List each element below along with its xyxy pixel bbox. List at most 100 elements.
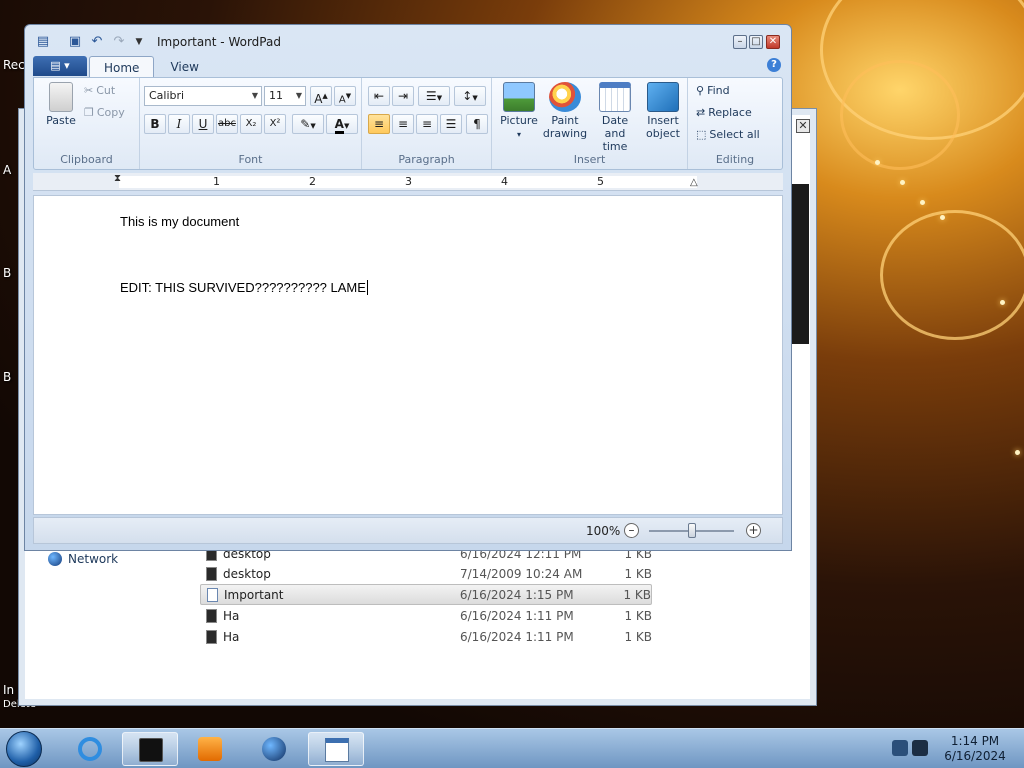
select-all-label: Select all <box>709 128 760 141</box>
zoom-out-button[interactable]: – <box>624 523 639 538</box>
italic-button[interactable]: I <box>168 114 190 134</box>
network-tray-icon[interactable] <box>892 740 908 756</box>
font-group: Calibri ▼ 11 ▼ A▲ A▼ B I U abc X₂ X² ✎▼ … <box>140 78 362 169</box>
editing-group: ⚲ Find ⇄ Replace ⬚ Select all Editing <box>688 78 782 169</box>
desktop-icon-label[interactable]: In <box>3 683 14 697</box>
desktop-icon-label[interactable]: B <box>3 266 11 280</box>
replace-button[interactable]: ⇄ Replace <box>696 106 752 119</box>
taskbar-media-player[interactable] <box>182 732 238 766</box>
copy-button[interactable]: ❐ Copy <box>84 106 125 119</box>
customize-qat-icon[interactable]: ▼ <box>131 34 147 50</box>
date-time-button[interactable]: Date and time <box>590 82 640 153</box>
right-indent-marker-icon[interactable]: △ <box>690 177 698 188</box>
file-size: 1 KB <box>624 629 652 644</box>
taskbar-wordpad[interactable] <box>308 732 364 766</box>
title-bar[interactable]: ▤ ▣ ↶ ↷ ▼ Important - WordPad – □ ✕ <box>25 25 791 55</box>
system-tray[interactable] <box>886 732 936 766</box>
insert-picture-button[interactable]: Picture ▾ <box>496 82 542 141</box>
minimize-button[interactable]: – <box>733 35 747 49</box>
ruler[interactable]: 1 2 3 4 5 ⧗ △ <box>33 173 783 191</box>
media-player-icon <box>198 737 222 761</box>
paint-palette-icon <box>549 82 581 112</box>
superscript-button[interactable]: X² <box>264 114 286 134</box>
font-size-select[interactable]: 11 ▼ <box>264 86 306 106</box>
wallpaper-sparkle <box>1015 450 1020 455</box>
clipboard-group: Paste ✂ Cut ❐ Copy Clipboard <box>34 78 140 169</box>
zoom-in-button[interactable]: + <box>746 523 761 538</box>
paste-button[interactable]: Paste <box>38 82 84 127</box>
increase-indent-button[interactable]: ⇥ <box>392 86 414 106</box>
justify-button[interactable]: ☰ <box>440 114 462 134</box>
desktop-icon-label[interactable]: Rec <box>3 58 25 72</box>
close-button[interactable]: ✕ <box>766 35 780 49</box>
undo-icon[interactable]: ↶ <box>89 34 105 50</box>
object-icon <box>647 82 679 112</box>
align-right-icon: ≡ <box>421 117 433 131</box>
taskbar-terminal[interactable] <box>122 732 178 766</box>
decrease-indent-button[interactable]: ⇤ <box>368 86 390 106</box>
insert-object-button[interactable]: Insert object <box>640 82 686 140</box>
bold-button[interactable]: B <box>144 114 166 134</box>
font-group-label: Font <box>238 153 263 166</box>
redo-icon[interactable]: ↷ <box>111 34 127 50</box>
taskbar-internet-explorer[interactable] <box>62 732 118 766</box>
help-icon[interactable]: ? <box>767 58 781 72</box>
wordpad-app-icon[interactable]: ▤ <box>35 34 51 50</box>
find-button[interactable]: ⚲ Find <box>696 84 730 97</box>
indent-marker-icon[interactable]: ⧗ <box>114 173 121 184</box>
explorer-scrollbar[interactable] <box>792 184 809 344</box>
file-date: 6/16/2024 1:11 PM <box>460 629 574 644</box>
text-color-button[interactable]: A▼ <box>326 114 358 134</box>
highlight-color-button[interactable]: ✎▼ <box>292 114 324 134</box>
line-spacing-button[interactable]: ↕▼ <box>454 86 486 106</box>
align-center-button[interactable]: ≡ <box>392 114 414 134</box>
font-family-select[interactable]: Calibri ▼ <box>144 86 262 106</box>
subscript-button[interactable]: X₂ <box>240 114 262 134</box>
desktop-icon-label[interactable]: B <box>3 370 11 384</box>
paragraph-icon: ¶ <box>473 117 481 131</box>
underline-button[interactable]: U <box>192 114 214 134</box>
wallpaper-sparkle <box>875 160 880 165</box>
align-right-button[interactable]: ≡ <box>416 114 438 134</box>
grow-font-button[interactable]: A▲ <box>310 86 332 106</box>
clock[interactable]: 1:14 PM 6/16/2024 <box>940 734 1010 764</box>
strikethrough-button[interactable]: abc <box>216 114 238 134</box>
align-left-button[interactable]: ≡ <box>368 114 390 134</box>
paragraph-settings-button[interactable]: ¶ <box>466 114 488 134</box>
nav-network[interactable]: Network <box>48 552 118 566</box>
bullets-button[interactable]: ☰▼ <box>418 86 450 106</box>
document-line: EDIT: THIS SURVIVED?????????? LAME <box>120 280 366 295</box>
document-area[interactable]: This is my document EDIT: THIS SURVIVED?… <box>33 195 783 515</box>
font-size-value: 11 <box>269 89 283 102</box>
explorer-close-button[interactable]: ✕ <box>796 119 810 133</box>
file-row[interactable]: Ha 6/16/2024 1:11 PM 1 KB <box>200 605 652 626</box>
paint-label-2: drawing <box>542 127 588 140</box>
file-size: 1 KB <box>624 608 652 623</box>
clock-time: 1:14 PM <box>950 734 1000 748</box>
wallpaper-swirl <box>840 60 960 170</box>
datetime-label-2: time <box>602 140 628 153</box>
taskbar-network-globe[interactable] <box>246 732 302 766</box>
paint-drawing-button[interactable]: Paint drawing <box>542 82 588 140</box>
find-label: Find <box>707 84 730 97</box>
terminal-icon <box>139 738 163 762</box>
tab-view[interactable]: View <box>156 56 212 78</box>
start-button[interactable] <box>6 731 42 767</box>
tab-home[interactable]: Home <box>89 56 155 78</box>
cut-button[interactable]: ✂ Cut <box>84 84 115 97</box>
file-row[interactable]: Ha 6/16/2024 1:11 PM 1 KB <box>200 626 652 647</box>
file-row-selected[interactable]: Important 6/16/2024 1:15 PM 1 KB <box>200 584 652 605</box>
zoom-slider-thumb[interactable] <box>687 523 696 538</box>
desktop-icon-label[interactable]: A <box>3 163 11 177</box>
clipboard-group-label: Clipboard <box>60 153 113 166</box>
file-row[interactable]: desktop 7/14/2009 10:24 AM 1 KB <box>200 563 652 584</box>
save-icon[interactable]: ▣ <box>67 34 83 50</box>
volume-tray-icon[interactable] <box>912 740 928 756</box>
app-menu-button[interactable]: ▤ ▾ <box>33 56 87 76</box>
zoom-level: 100% <box>586 524 621 538</box>
shrink-font-button[interactable]: A▼ <box>334 86 356 106</box>
select-all-icon: ⬚ <box>696 128 707 141</box>
maximize-button[interactable]: □ <box>749 35 763 49</box>
network-icon <box>48 552 62 566</box>
select-all-button[interactable]: ⬚ Select all <box>696 128 760 141</box>
